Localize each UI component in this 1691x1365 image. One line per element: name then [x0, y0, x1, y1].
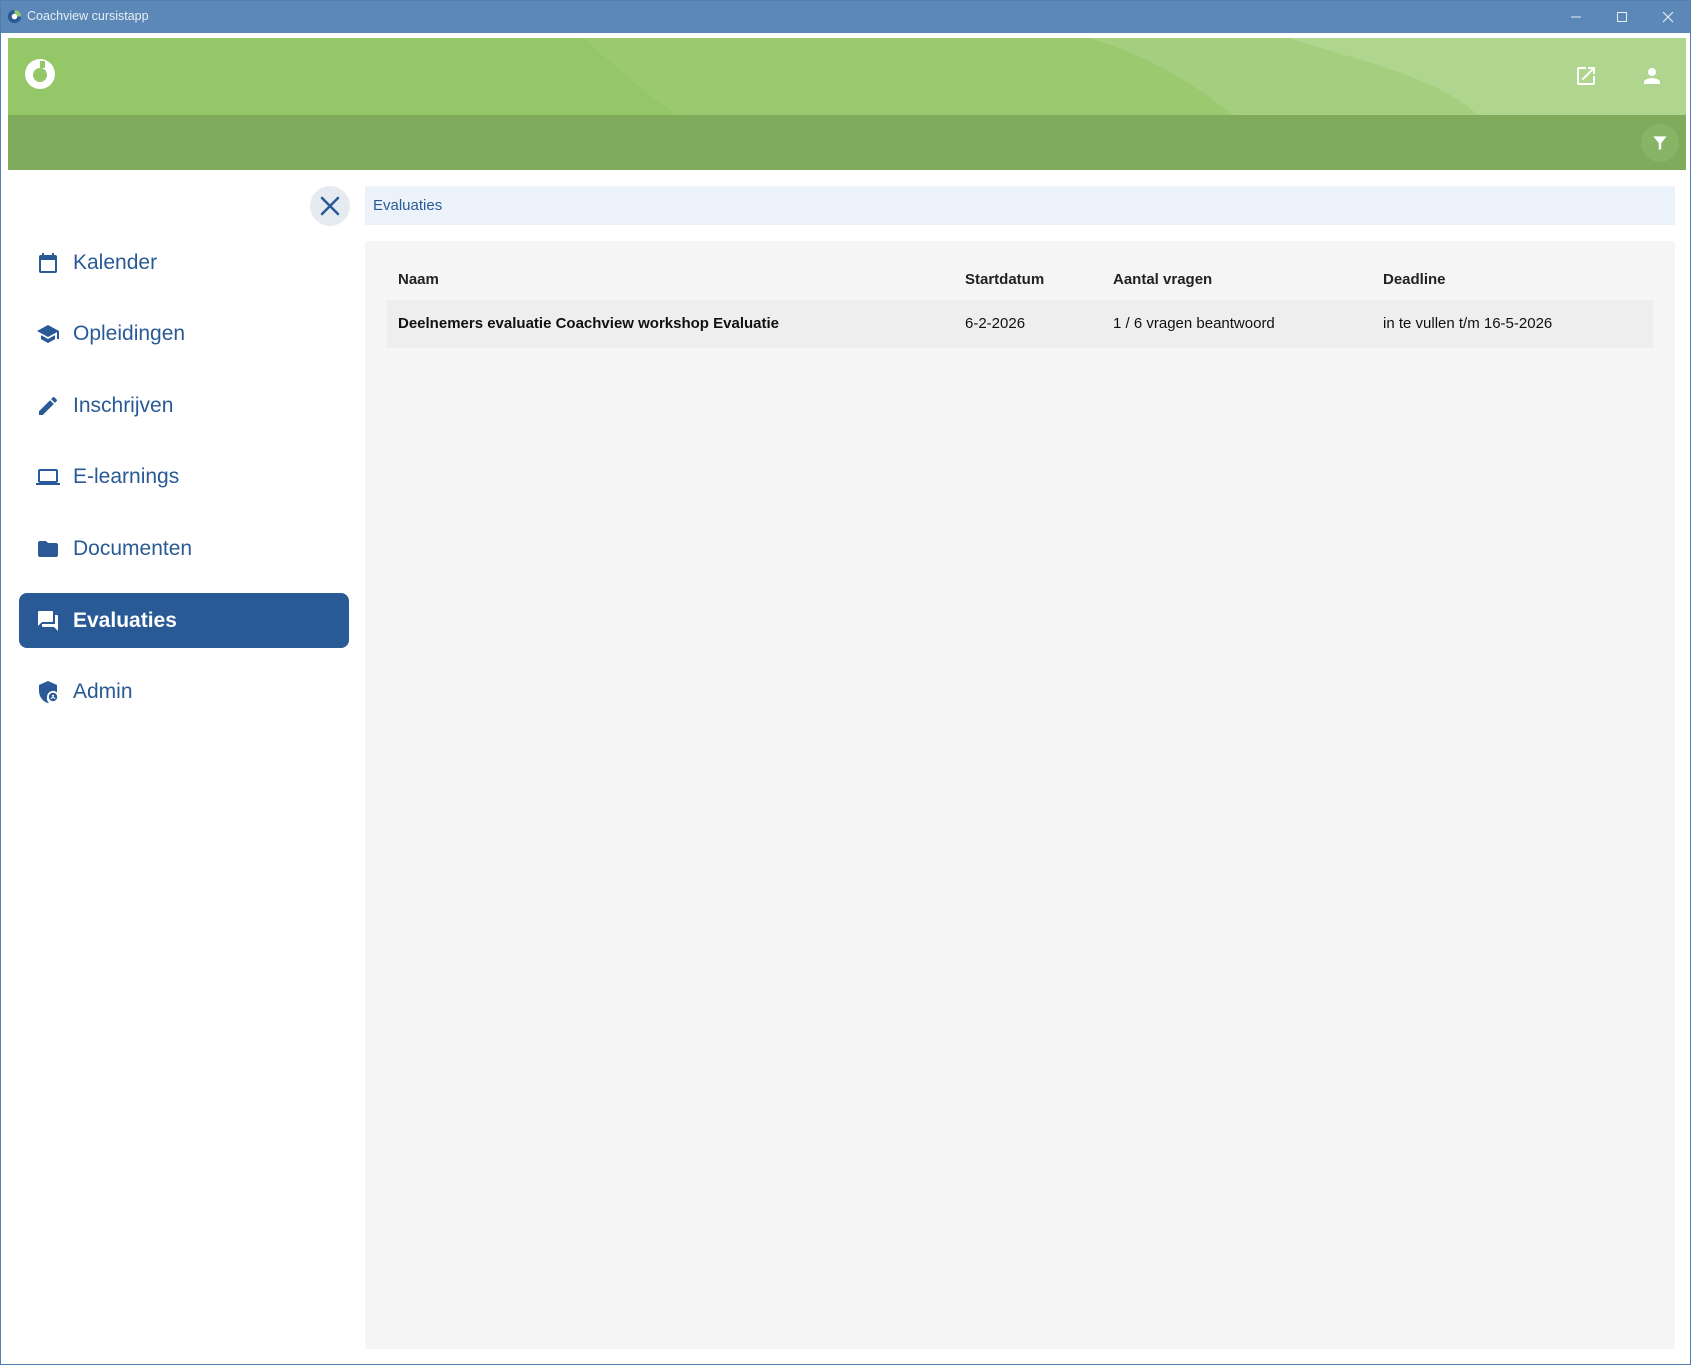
header-toolbar: [8, 115, 1686, 170]
maximize-icon: [1617, 12, 1627, 22]
cell-deadline: in te vullen t/m 16-5-2026: [1383, 315, 1553, 332]
sidebar-item-evaluaties[interactable]: Evaluaties: [19, 593, 349, 648]
user-icon: [1644, 68, 1660, 84]
coachview-logo[interactable]: [23, 57, 57, 91]
app-logo-icon: [7, 9, 22, 24]
sidebar-item-inschrijven[interactable]: Inschrijven: [19, 378, 349, 433]
app-window: Coachview cursistapp Kalender Opleidinge…: [0, 0, 1691, 1365]
window-title: Coachview cursistapp: [27, 9, 149, 23]
open-external-button[interactable]: [1569, 59, 1603, 93]
app-header: [8, 38, 1686, 115]
sidebar-item-label: Opleidingen: [73, 322, 186, 345]
sidebar-item-label: Admin: [73, 680, 133, 703]
close-sidebar-button[interactable]: [310, 186, 350, 226]
sidebar-item-label: Evaluaties: [73, 609, 177, 632]
close-window-button[interactable]: [1645, 1, 1691, 33]
sidebar-item-kalender[interactable]: Kalender: [19, 235, 349, 290]
sidebar-item-label: Kalender: [73, 251, 158, 274]
calendar-icon: [36, 251, 60, 275]
minimize-button[interactable]: [1553, 1, 1599, 33]
pencil-icon: [36, 394, 60, 418]
sidebar-item-documenten[interactable]: Documenten: [19, 521, 349, 576]
cell-aantal-vragen: 1 / 6 vragen beantwoord: [1113, 315, 1275, 332]
evaluations-panel: [365, 241, 1675, 1349]
sidebar-item-opleidingen[interactable]: Opleidingen: [19, 306, 349, 361]
column-header-aantal-vragen[interactable]: Aantal vragen: [1113, 271, 1212, 288]
breadcrumb-current[interactable]: Evaluaties: [373, 197, 442, 214]
sidebar-item-admin[interactable]: Admin: [19, 664, 349, 719]
sidebar-item-label: Documenten: [73, 537, 193, 560]
filter-button[interactable]: [1641, 124, 1679, 162]
sidebar-item-label: E-learnings: [73, 465, 180, 488]
header-wave-decoration: [583, 38, 1686, 115]
laptop-icon: [36, 465, 60, 489]
maximize-button[interactable]: [1599, 1, 1645, 33]
user-menu-button[interactable]: [1635, 59, 1669, 93]
open-external-icon: [1577, 67, 1595, 85]
filter-icon: [1653, 136, 1667, 151]
minimize-icon: [1571, 16, 1581, 18]
close-icon: [1662, 11, 1674, 23]
cell-naam: Deelnemers evaluatie Coachview workshop …: [398, 315, 779, 332]
column-header-startdatum[interactable]: Startdatum: [965, 271, 1044, 288]
graduation-cap-icon: [36, 322, 60, 346]
shield-user-icon: [36, 680, 60, 704]
folder-icon: [36, 537, 60, 561]
column-header-deadline[interactable]: Deadline: [1383, 271, 1446, 288]
breadcrumb: Evaluaties: [365, 186, 1675, 225]
close-icon: [320, 196, 340, 216]
sidebar-item-label: Inschrijven: [73, 394, 174, 417]
sidebar-item-e-learnings[interactable]: E-learnings: [19, 449, 349, 504]
column-header-naam[interactable]: Naam: [398, 271, 439, 288]
chat-icon: [36, 609, 60, 633]
title-bar: Coachview cursistapp: [1, 1, 1690, 33]
cell-startdatum: 6-2-2026: [965, 315, 1026, 332]
